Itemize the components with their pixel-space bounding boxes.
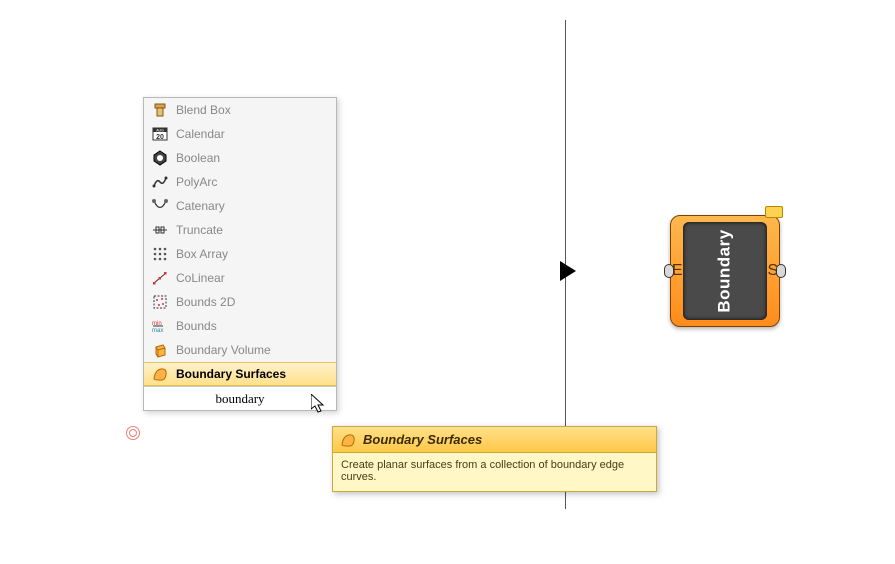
tooltip: Boundary Surfaces Create planar surfaces… [332,426,657,492]
tooltip-title: Boundary Surfaces [363,432,482,447]
menu-item-label: Blend Box [176,103,231,117]
output-grip-icon[interactable] [776,264,786,278]
boolean-icon [150,148,170,168]
polyarc-icon [150,172,170,192]
colinear-icon [150,268,170,288]
catenary-icon [150,196,170,216]
calendar-icon: 20AUG [150,124,170,144]
truncate-icon [150,220,170,240]
component-search-menu[interactable]: Blend Box 20AUG Calendar Boolean PolyArc… [143,97,337,411]
menu-item-label: PolyArc [176,175,217,189]
menu-item-label: Catenary [176,199,225,213]
menu-item-label: Boundary Volume [176,343,271,357]
tooltip-body: Create planar surfaces from a collection… [333,453,656,491]
boundary-surfaces-icon [339,431,357,449]
boundary-volume-icon [150,340,170,360]
menu-item-label: Box Array [176,247,228,261]
menu-item-box-array[interactable]: Box Array [144,242,336,266]
boundary-component[interactable]: E Boundary S [670,215,780,327]
menu-item-boolean[interactable]: Boolean [144,146,336,170]
menu-item-bounds-2d[interactable]: Bounds 2D [144,290,336,314]
menu-item-boundary-volume[interactable]: Boundary Volume [144,338,336,362]
search-input[interactable]: boundary [144,386,336,410]
input-grip-icon[interactable] [664,264,674,278]
menu-item-label: Boolean [176,151,220,165]
menu-item-boundary-surfaces[interactable]: Boundary Surfaces [144,362,336,386]
arrow-icon [560,261,576,281]
component-flag-icon [765,206,783,218]
menu-item-colinear[interactable]: CoLinear [144,266,336,290]
origin-marker-icon [126,426,140,440]
bounds-icon: minmax [150,316,170,336]
menu-item-label: Bounds 2D [176,295,235,309]
tooltip-header: Boundary Surfaces [333,427,656,453]
menu-item-calendar[interactable]: 20AUG Calendar [144,122,336,146]
box-array-icon [150,244,170,264]
blend-box-icon [150,100,170,120]
bounds-2d-icon [150,292,170,312]
menu-item-polyarc[interactable]: PolyArc [144,170,336,194]
menu-item-blend-box[interactable]: Blend Box [144,98,336,122]
component-title: Boundary [715,229,735,312]
boundary-surfaces-icon [150,364,170,384]
svg-text:20: 20 [156,134,164,141]
svg-text:max: max [152,328,163,334]
menu-item-bounds[interactable]: minmax Bounds [144,314,336,338]
component-body[interactable]: Boundary [683,222,766,320]
menu-item-truncate[interactable]: Truncate [144,218,336,242]
menu-item-catenary[interactable]: Catenary [144,194,336,218]
menu-item-label: Bounds [176,319,217,333]
menu-item-label: Calendar [176,127,225,141]
menu-item-label: Boundary Surfaces [176,367,286,381]
menu-item-label: Truncate [176,223,223,237]
menu-item-label: CoLinear [176,271,225,285]
svg-text:AUG: AUG [156,129,164,133]
